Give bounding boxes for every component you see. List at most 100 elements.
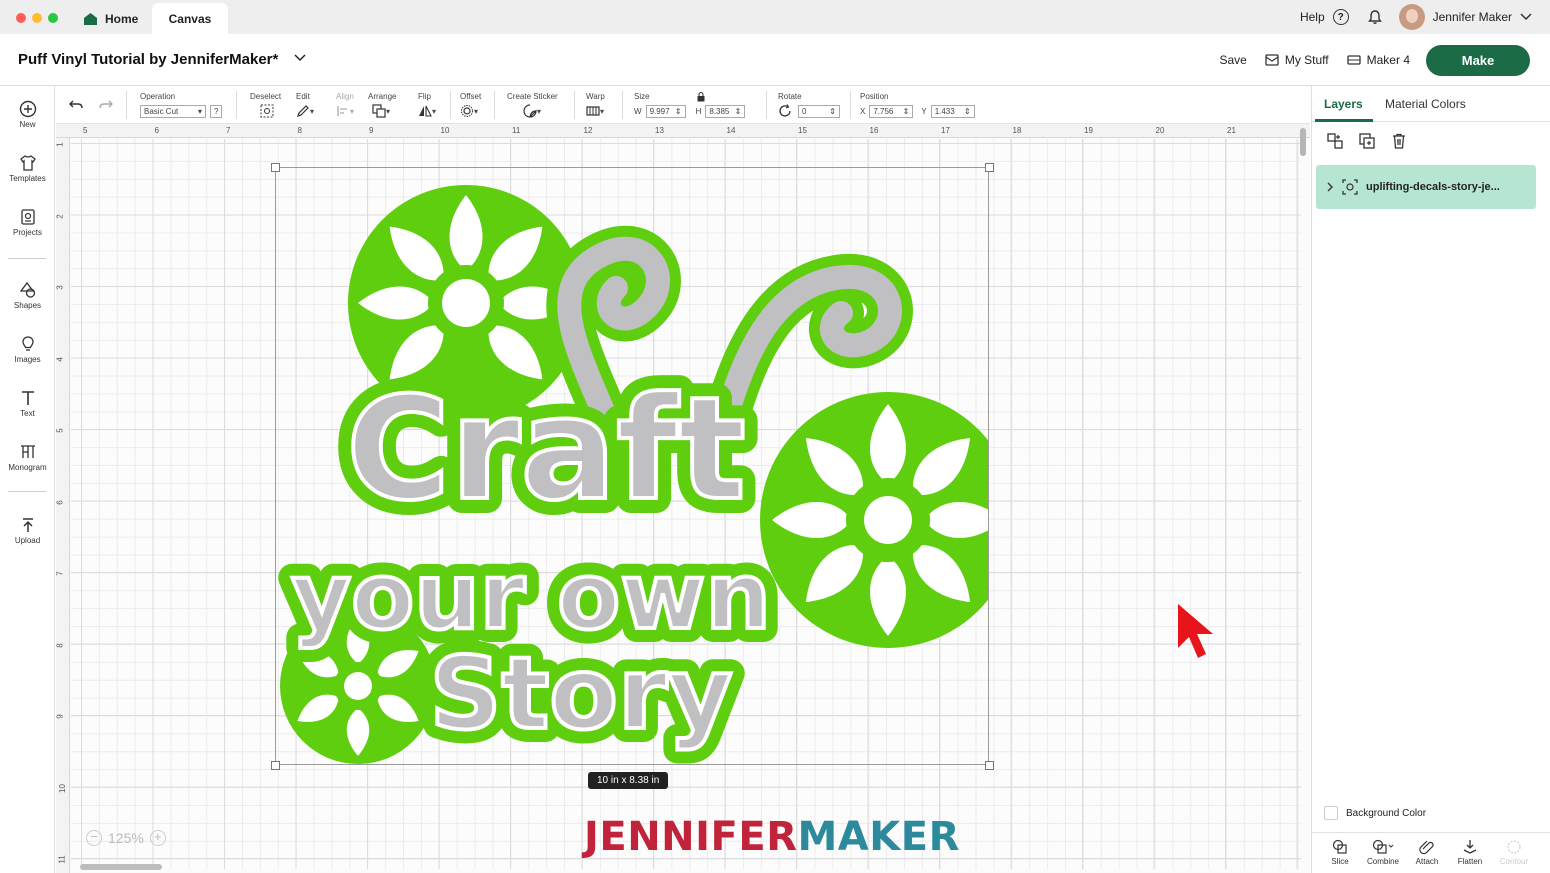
height-input[interactable]: 8.385 ⇕ (705, 104, 746, 118)
position-group: Position X 7.756 ⇕ Y 1.433 ⇕ (860, 92, 975, 120)
project-header: Puff Vinyl Tutorial by JenniferMaker* Sa… (0, 34, 1550, 86)
deselect-group[interactable]: Deselect (250, 92, 281, 120)
y-position-input[interactable]: 1.433 ⇕ (930, 104, 975, 118)
ruler-tick-label: 17 (941, 126, 950, 135)
background-color-toggle[interactable]: Background Color (1324, 806, 1426, 820)
user-name[interactable]: Jennifer Maker (1433, 10, 1512, 24)
combine-icon (1372, 839, 1394, 854)
tab-home[interactable]: Home (78, 3, 154, 34)
chevron-right-icon[interactable] (1326, 182, 1334, 192)
combine-button[interactable]: Combine (1363, 839, 1403, 866)
attach-button[interactable]: Attach (1407, 839, 1447, 866)
flatten-button[interactable]: Flatten (1450, 839, 1490, 866)
caret-down-icon: ▾ (197, 106, 202, 116)
machine-button[interactable]: Maker 4 (1346, 53, 1410, 67)
save-button[interactable]: Save (1219, 53, 1246, 67)
ruler-tick-label: 11 (57, 855, 67, 864)
make-button[interactable]: Make (1426, 44, 1530, 76)
help-icon[interactable]: ? (1332, 9, 1349, 25)
rotate-group: Rotate 0 ⇕ (778, 92, 840, 120)
operation-help-button[interactable]: ? (210, 104, 223, 118)
contour-button[interactable]: Contour (1494, 839, 1534, 866)
vertical-scrollbar[interactable] (1300, 128, 1306, 156)
bell-icon[interactable] (1367, 9, 1383, 25)
zoom-in-button[interactable]: + (149, 830, 166, 846)
sidebar-item-projects[interactable]: Projects (0, 208, 55, 237)
tab-material-colors[interactable]: Material Colors (1385, 97, 1466, 111)
sidebar-item-upload[interactable]: Upload (0, 516, 55, 545)
flip-group[interactable]: Flip ▾ (418, 92, 436, 120)
close-window-button[interactable] (16, 13, 26, 23)
sidebar-item-shapes[interactable]: Shapes (0, 281, 55, 310)
y-value: 1.433 (934, 106, 955, 116)
my-stuff-button[interactable]: My Stuff (1265, 53, 1329, 67)
sidebar-item-label: Monogram (8, 463, 47, 472)
sidebar-item-new[interactable]: New (0, 100, 55, 129)
size-label: Size (634, 92, 650, 101)
width-value: 9.997 (649, 106, 670, 116)
text-icon (21, 391, 34, 405)
redo-icon[interactable] (98, 98, 114, 112)
align-group[interactable]: Align ▾ (336, 92, 354, 120)
x-value: 7.756 (873, 106, 894, 116)
project-title[interactable]: Puff Vinyl Tutorial by JenniferMaker* (18, 51, 278, 68)
my-stuff-label: My Stuff (1284, 53, 1329, 67)
sidebar-item-text[interactable]: Text (0, 389, 55, 418)
ruler-tick-label: 13 (655, 126, 664, 135)
rotate-input[interactable]: 0 ⇕ (798, 104, 840, 118)
ruler-tick-label: 5 (56, 428, 65, 433)
edit-group[interactable]: Edit ▾ (296, 92, 314, 120)
size-group: Size W 9.997 ⇕ H 8.385 ⇕ (634, 92, 746, 120)
operation-label: Operation (140, 92, 176, 101)
caret-down-icon: ▾ (386, 106, 391, 116)
arrange-group[interactable]: Arrange ▾ (368, 92, 396, 120)
sidebar-item-monogram[interactable]: Monogram (0, 443, 55, 472)
background-color-checkbox[interactable] (1324, 806, 1338, 820)
chevron-down-icon[interactable] (1520, 13, 1532, 21)
edit-label: Edit (296, 92, 310, 101)
width-input[interactable]: 9.997 ⇕ (645, 104, 686, 118)
trash-icon (1393, 133, 1405, 149)
height-value: 8.385 (709, 106, 730, 116)
sidebar-divider (8, 258, 46, 259)
tab-home-label: Home (105, 11, 139, 26)
x-position-input[interactable]: 7.756 ⇕ (869, 104, 914, 118)
minimize-window-button[interactable] (32, 13, 42, 23)
lock-icon[interactable] (697, 92, 705, 102)
upload-icon (22, 518, 33, 532)
chevron-down-icon[interactable] (294, 54, 306, 62)
maximize-window-button[interactable] (48, 13, 58, 23)
sidebar-item-images[interactable]: Images (0, 335, 55, 364)
flip-label: Flip (418, 92, 431, 101)
left-sidebar: New Templates Projects Shapes Images Tex… (0, 86, 55, 873)
design-canvas[interactable]: 5 6 7 8 9 10 11 12 13 14 15 16 17 18 19 20 21 1234567891… (56, 124, 1310, 873)
horizontal-scrollbar[interactable] (80, 864, 162, 870)
ruler-tick-label: 1 (56, 142, 65, 147)
edit-toolbar: Operation Basic Cut ▾ ? Deselect Edit ▾ … (56, 86, 1310, 124)
sidebar-item-templates[interactable]: Templates (0, 154, 55, 183)
duplicate-button[interactable] (1358, 132, 1376, 155)
zoom-out-button[interactable]: − (86, 830, 102, 846)
craft-your-own-story-design[interactable]: Craft Craft your own your own Story Stor… (276, 168, 988, 764)
slice-button[interactable]: Slice (1320, 839, 1360, 866)
stepper-icon: ⇕ (902, 106, 910, 116)
create-sticker-group[interactable]: Create Sticker ▾ (507, 92, 558, 120)
warp-group[interactable]: Warp ▾ (586, 92, 605, 120)
combine-label: Combine (1366, 857, 1399, 866)
flatten-icon (1463, 840, 1477, 854)
operation-value: Basic Cut (144, 106, 179, 116)
ruler-tick-label: 9 (369, 126, 374, 135)
layer-row[interactable]: uplifting-decals-story-je... (1316, 165, 1536, 209)
help-link[interactable]: Help (1300, 10, 1325, 24)
tab-canvas[interactable]: Canvas (152, 3, 228, 34)
offset-group[interactable]: Offset ▾ (460, 92, 481, 120)
undo-icon[interactable] (68, 98, 84, 112)
group-layers-button[interactable] (1326, 132, 1344, 155)
tab-layers[interactable]: Layers (1324, 97, 1363, 111)
operation-select[interactable]: Basic Cut ▾ (140, 104, 206, 118)
contour-icon (1507, 840, 1521, 854)
delete-button[interactable] (1390, 132, 1408, 155)
ruler-tick-label: 14 (726, 126, 736, 135)
ruler-tick-label: 10 (57, 783, 67, 793)
user-avatar[interactable] (1398, 4, 1425, 30)
